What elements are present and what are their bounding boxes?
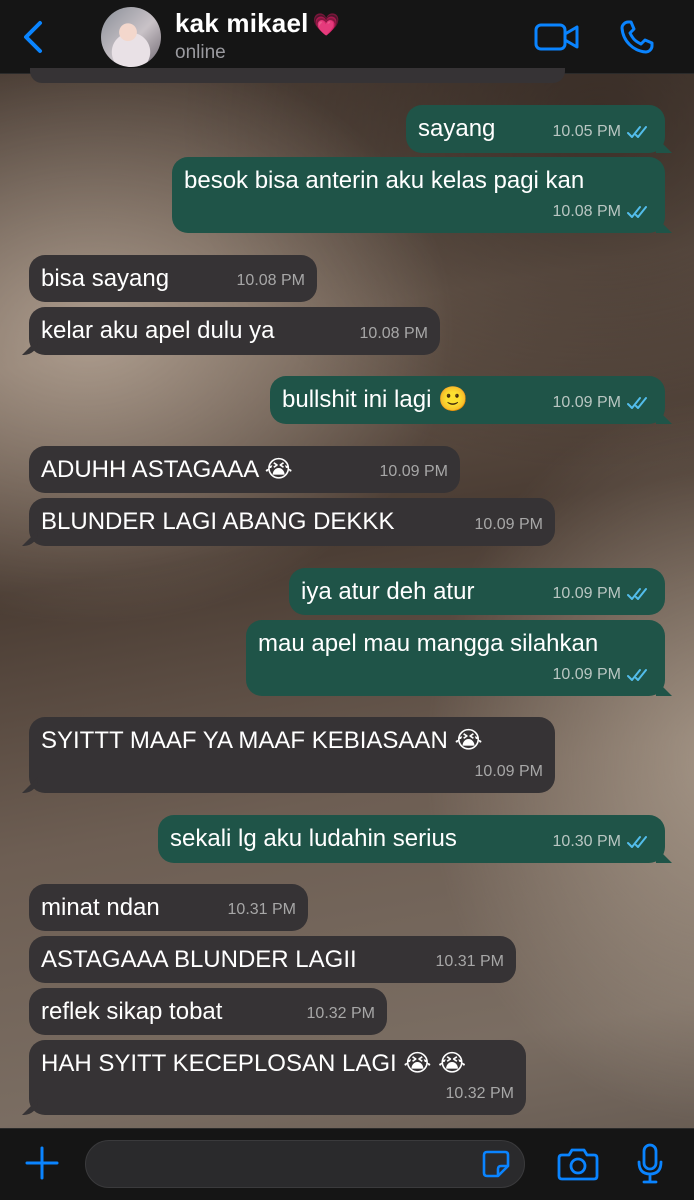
sticker-button[interactable]	[478, 1146, 514, 1182]
message-text: bullshit ini lagi 🙂	[282, 386, 468, 413]
avatar[interactable]	[101, 7, 161, 67]
message-bubble-incoming[interactable]: kelar aku apel dulu ya 10.08 PM	[29, 307, 440, 355]
message-text: HAH SYITT KECEPLOSAN LAGI 😭 😭	[41, 1050, 467, 1077]
message-bubble-incoming[interactable]: ASTAGAAA BLUNDER LAGII 10.31 PM	[29, 936, 516, 983]
message-time: 10.09 PM	[552, 666, 621, 683]
message-bubble-outgoing[interactable]: sayang 10.05 PM	[406, 105, 665, 153]
message-time: 10.09 PM	[552, 585, 621, 602]
video-camera-icon	[534, 23, 579, 51]
microphone-button[interactable]	[630, 1141, 670, 1187]
microphone-icon	[637, 1143, 663, 1184]
message-text: minat ndan	[41, 894, 160, 921]
previous-message-fragment	[30, 68, 565, 83]
contact-name-text: kak mikael	[175, 8, 309, 38]
message-time: 10.05 PM	[552, 123, 621, 140]
message-text: iya atur deh atur	[301, 578, 475, 605]
message-text: ADUHH ASTAGAAA 😭	[41, 456, 293, 483]
message-bubble-incoming[interactable]: HAH SYITT KECEPLOSAN LAGI 😭 😭 10.32 PM	[29, 1040, 526, 1115]
message-time: 10.30 PM	[552, 833, 621, 850]
message-bubble-outgoing[interactable]: besok bisa anterin aku kelas pagi kan 10…	[172, 157, 665, 233]
camera-icon	[557, 1148, 599, 1181]
message-time: 10.31 PM	[227, 901, 296, 918]
read-ticks-icon	[627, 836, 647, 848]
back-button[interactable]	[16, 18, 50, 56]
contact-name[interactable]: kak mikael 💗	[175, 8, 340, 39]
message-text: sayang	[418, 115, 496, 142]
message-text: ASTAGAAA BLUNDER LAGII	[41, 946, 357, 973]
message-time: 10.32 PM	[306, 1005, 375, 1022]
read-ticks-icon	[627, 206, 647, 218]
chat-header: kak mikael 💗 online	[0, 0, 694, 74]
message-bubble-incoming[interactable]: BLUNDER LAGI ABANG DEKKK 10.09 PM	[29, 498, 555, 546]
message-time: 10.09 PM	[474, 516, 543, 533]
read-ticks-icon	[627, 397, 647, 409]
message-text: besok bisa anterin aku kelas pagi kan	[184, 167, 585, 194]
attach-button[interactable]	[22, 1143, 62, 1183]
message-time: 10.09 PM	[379, 463, 448, 480]
message-bubble-outgoing[interactable]: sekali lg aku ludahin serius 10.30 PM	[158, 815, 665, 863]
message-time: 10.08 PM	[236, 272, 305, 289]
message-bubble-incoming[interactable]: bisa sayang 10.08 PM	[29, 255, 317, 302]
message-bubble-outgoing[interactable]: mau apel mau mangga silahkan 10.09 PM	[246, 620, 665, 696]
message-bubble-incoming[interactable]: reflek sikap tobat 10.32 PM	[29, 988, 387, 1035]
message-time: 10.32 PM	[445, 1085, 514, 1102]
message-text: bisa sayang	[41, 265, 170, 292]
contact-status: online	[175, 42, 226, 63]
chevron-left-icon	[24, 21, 42, 53]
composer-bar	[0, 1128, 694, 1200]
message-text: SYITTT MAAF YA MAAF KEBIASAAN 😭	[41, 727, 483, 754]
read-ticks-icon	[627, 126, 647, 138]
read-ticks-icon	[627, 588, 647, 600]
message-text: kelar aku apel dulu ya	[41, 317, 275, 344]
phone-icon	[620, 20, 654, 54]
message-bubble-incoming[interactable]: SYITTT MAAF YA MAAF KEBIASAAN 😭 10.09 PM	[29, 717, 555, 793]
voice-call-button[interactable]	[617, 16, 657, 58]
message-input[interactable]	[85, 1140, 525, 1188]
read-ticks-icon	[627, 669, 647, 681]
video-call-button[interactable]	[533, 18, 581, 56]
message-time: 10.09 PM	[474, 763, 543, 780]
message-time: 10.08 PM	[359, 325, 428, 342]
message-bubble-outgoing[interactable]: bullshit ini lagi 🙂 10.09 PM	[270, 376, 665, 424]
message-bubble-incoming[interactable]: ADUHH ASTAGAAA 😭 10.09 PM	[29, 446, 460, 493]
camera-button[interactable]	[556, 1144, 600, 1184]
message-time: 10.31 PM	[435, 953, 504, 970]
message-bubble-incoming[interactable]: minat ndan 10.31 PM	[29, 884, 308, 931]
message-bubble-outgoing[interactable]: iya atur deh atur 10.09 PM	[289, 568, 665, 615]
message-text: BLUNDER LAGI ABANG DEKKK	[41, 508, 395, 535]
plus-icon	[25, 1146, 59, 1180]
message-text: mau apel mau mangga silahkan	[258, 630, 599, 657]
message-text: reflek sikap tobat	[41, 998, 223, 1025]
message-time: 10.08 PM	[552, 203, 621, 220]
heart-emoji: 💗	[312, 12, 341, 37]
message-time: 10.09 PM	[552, 394, 621, 411]
sticker-icon	[482, 1150, 510, 1178]
message-text: sekali lg aku ludahin serius	[170, 825, 457, 852]
